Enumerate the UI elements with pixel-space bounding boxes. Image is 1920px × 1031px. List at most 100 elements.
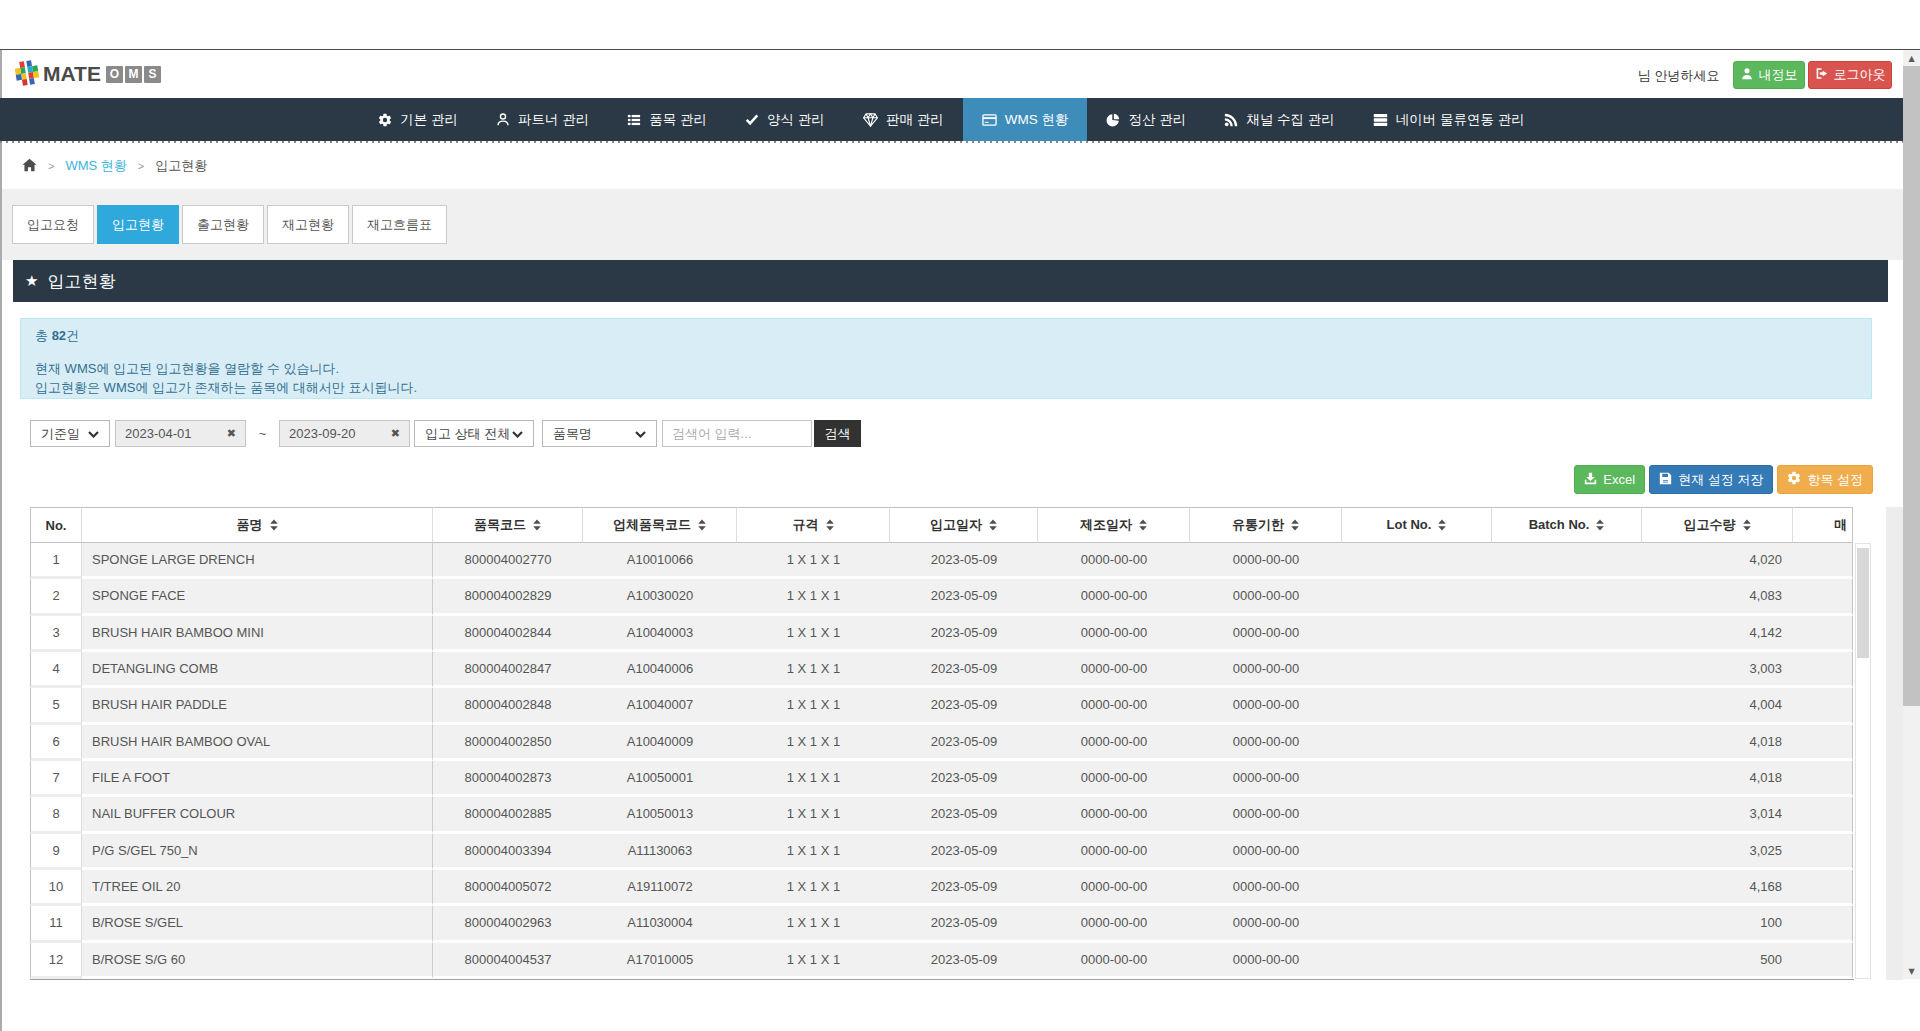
nav-item-8[interactable]: 네이버 물류연동 관리 xyxy=(1354,98,1544,141)
cell-lot_no xyxy=(1342,688,1492,724)
table-row[interactable]: 3BRUSH HAIR BAMBOO MINI800004002844A1004… xyxy=(30,616,1853,652)
table-row[interactable]: 1SPONGE LARGE DRENCH800004002770A1001006… xyxy=(30,543,1853,579)
page-scrollbar[interactable]: ▲ ▼ xyxy=(1903,50,1920,979)
keyword-input[interactable] xyxy=(662,420,812,447)
nav-item-label: 정산 관리 xyxy=(1128,111,1186,129)
tab-3[interactable]: 재고현황 xyxy=(267,205,349,244)
clear-date-icon[interactable]: ✖ xyxy=(227,427,236,440)
column-header-item_code[interactable]: 품목코드 xyxy=(433,507,583,543)
cell-batch_no xyxy=(1492,870,1642,906)
cell-qty: 4,168 xyxy=(1642,870,1793,906)
sort-icon xyxy=(1743,519,1751,534)
my-info-button[interactable]: 내정보 xyxy=(1733,61,1805,89)
cell-in_date: 2023-05-09 xyxy=(890,543,1038,579)
tab-2[interactable]: 출고현황 xyxy=(182,205,264,244)
app-logo[interactable]: MATE OMS xyxy=(14,59,161,89)
table-row[interactable]: 2SPONGE FACE800004002829A100300201 X 1 X… xyxy=(30,579,1853,615)
cell-spec: 1 X 1 X 1 xyxy=(737,725,890,761)
cell-item_code: 800004002885 xyxy=(433,797,583,833)
column-header-vendor_item_code[interactable]: 업체품목코드 xyxy=(583,507,737,543)
column-header-expiry[interactable]: 유통기한 xyxy=(1190,507,1342,543)
excel-button[interactable]: Excel xyxy=(1574,465,1645,494)
tab-0[interactable]: 입고요청 xyxy=(12,205,94,244)
cell-vendor_item_code: A11030004 xyxy=(583,906,737,942)
action-buttons: Excel 현재 설정 저장 항목 설정 xyxy=(1574,465,1873,494)
column-header-qty[interactable]: 입고수량 xyxy=(1642,507,1793,543)
nav-item-0[interactable]: 기본 관리 xyxy=(359,98,477,141)
cell-mfg_date: 0000-00-00 xyxy=(1038,834,1190,870)
page-scrollbar-thumb[interactable] xyxy=(1903,66,1920,706)
cell-item_code: 800004002844 xyxy=(433,616,583,652)
cell-stub xyxy=(1793,579,1853,615)
table-row[interactable]: 6BRUSH HAIR BAMBOO OVAL800004002850A1004… xyxy=(30,725,1853,761)
cell-no: 1 xyxy=(30,543,82,579)
cell-qty: 4,004 xyxy=(1642,688,1793,724)
nav-item-5[interactable]: WMS 현황 xyxy=(963,98,1088,141)
cell-no: 12 xyxy=(30,943,82,979)
date-range-separator: ~ xyxy=(246,426,279,441)
status-select[interactable]: 입고 상태 전체 xyxy=(414,420,534,447)
logout-button[interactable]: 로그아웃 xyxy=(1808,61,1892,89)
table-row[interactable]: 8NAIL BUFFER COLOUR800004002885A10050013… xyxy=(30,797,1853,833)
cell-spec: 1 X 1 X 1 xyxy=(737,652,890,688)
pie-chart-icon xyxy=(1106,113,1120,127)
cell-spec: 1 X 1 X 1 xyxy=(737,943,890,979)
scroll-down-arrow[interactable]: ▼ xyxy=(1903,963,1920,979)
breadcrumb-link-wms[interactable]: WMS 현황 xyxy=(65,157,126,175)
nav-item-4[interactable]: 판매 관리 xyxy=(844,98,963,141)
home-icon[interactable] xyxy=(22,158,37,175)
nav-item-3[interactable]: 양식 관리 xyxy=(726,98,844,141)
logo-text-oms: OMS xyxy=(106,66,161,83)
table-row[interactable]: 10T/TREE OIL 20800004005072A191100721 X … xyxy=(30,870,1853,906)
cell-qty: 500 xyxy=(1642,943,1793,979)
cell-item_code: 800004005072 xyxy=(433,870,583,906)
table-row[interactable]: 9P/G S/GEL 750_N800004003394A111300631 X… xyxy=(30,834,1853,870)
cell-vendor_item_code: A19110072 xyxy=(583,870,737,906)
nav-item-1[interactable]: 파트너 관리 xyxy=(477,98,608,141)
table-scrollbar-thumb[interactable] xyxy=(1857,548,1869,658)
table-header-row: No.품명품목코드업체품목코드규격입고일자제조일자유통기한Lot No.Batc… xyxy=(30,507,1853,543)
column-header-mfg_date[interactable]: 제조일자 xyxy=(1038,507,1190,543)
cell-batch_no xyxy=(1492,834,1642,870)
nav-item-6[interactable]: 정산 관리 xyxy=(1087,98,1205,141)
cell-name: FILE A FOOT xyxy=(82,761,433,797)
date-to-input[interactable]: 2023-09-20 ✖ xyxy=(279,420,410,447)
cell-stub xyxy=(1793,543,1853,579)
save-settings-button[interactable]: 현재 설정 저장 xyxy=(1649,465,1773,494)
table-row[interactable]: 11B/ROSE S/GEL800004002963A110300041 X 1… xyxy=(30,906,1853,942)
cell-in_date: 2023-05-09 xyxy=(890,906,1038,942)
date-type-select[interactable]: 기준일 xyxy=(30,420,110,447)
search-field-select[interactable]: 품목명 xyxy=(542,420,657,447)
search-button[interactable]: 검색 xyxy=(814,420,861,447)
cell-item_code: 800004002873 xyxy=(433,761,583,797)
scroll-up-arrow[interactable]: ▲ xyxy=(1903,50,1920,66)
column-header-spec[interactable]: 규격 xyxy=(737,507,890,543)
cell-item_code: 800004002829 xyxy=(433,579,583,615)
table-row[interactable]: 7FILE A FOOT800004002873A100500011 X 1 X… xyxy=(30,761,1853,797)
table-row[interactable]: 5BRUSH HAIR PADDLE800004002848A100400071… xyxy=(30,688,1853,724)
nav-item-7[interactable]: 채널 수집 관리 xyxy=(1205,98,1354,141)
cell-no: 6 xyxy=(30,725,82,761)
cell-vendor_item_code: A10040003 xyxy=(583,616,737,652)
cell-spec: 1 X 1 X 1 xyxy=(737,870,890,906)
clear-date-icon[interactable]: ✖ xyxy=(391,427,400,440)
date-from-input[interactable]: 2023-04-01 ✖ xyxy=(115,420,246,447)
tab-1[interactable]: 입고현황 xyxy=(97,205,179,244)
column-header-lot_no[interactable]: Lot No. xyxy=(1342,507,1492,543)
column-settings-button[interactable]: 항목 설정 xyxy=(1777,465,1873,494)
column-header-name[interactable]: 품명 xyxy=(82,507,433,543)
cell-name: BRUSH HAIR BAMBOO MINI xyxy=(82,616,433,652)
table-row[interactable]: 12B/ROSE S/G 60800004004537A170100051 X … xyxy=(30,943,1853,979)
cell-lot_no xyxy=(1342,761,1492,797)
nav-item-2[interactable]: 품목 관리 xyxy=(608,98,726,141)
gear-icon xyxy=(378,113,392,127)
cell-batch_no xyxy=(1492,761,1642,797)
tab-4[interactable]: 재고흐름표 xyxy=(352,205,447,244)
column-header-no: No. xyxy=(30,507,82,543)
cell-batch_no xyxy=(1492,652,1642,688)
cell-stub xyxy=(1793,797,1853,833)
column-header-batch_no[interactable]: Batch No. xyxy=(1492,507,1642,543)
table-row[interactable]: 4DETANGLING COMB800004002847A100400061 X… xyxy=(30,652,1853,688)
column-header-in_date[interactable]: 입고일자 xyxy=(890,507,1038,543)
cell-stub xyxy=(1793,943,1853,979)
